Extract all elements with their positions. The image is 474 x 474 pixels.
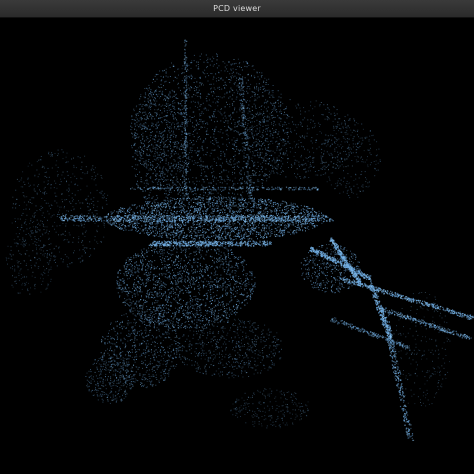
window-titlebar[interactable]: PCD viewer bbox=[0, 0, 474, 18]
point-cloud-viewport[interactable] bbox=[0, 18, 474, 474]
window-title: PCD viewer bbox=[213, 4, 261, 13]
point-cloud-canvas[interactable] bbox=[0, 18, 474, 474]
